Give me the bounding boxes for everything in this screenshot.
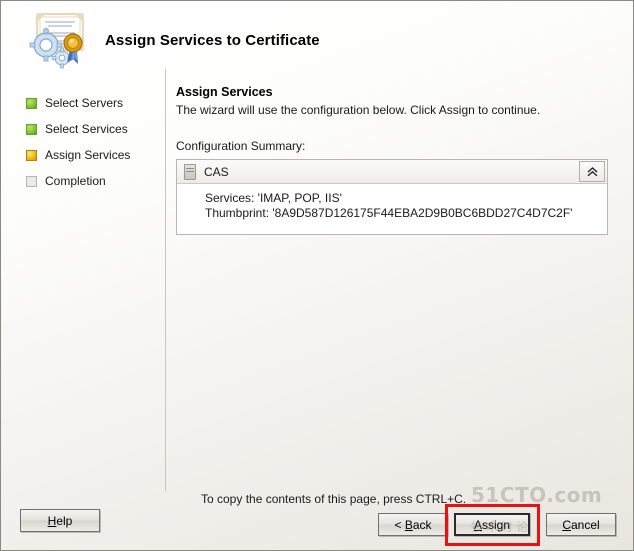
copy-hint-text: To copy the contents of this page, press…	[201, 492, 466, 506]
summary-thumbprint-line: Thumbprint: '8A9D587D126175F44EBA2D9B0BC…	[205, 206, 597, 221]
help-button-label: Help	[48, 514, 73, 528]
content-subtitle: The wizard will use the configuration be…	[176, 103, 616, 117]
watermark-main-text: 51CTO.com	[471, 485, 621, 505]
content-heading: Assign Services	[176, 85, 616, 99]
sidebar-item-label: Assign Services	[45, 148, 130, 162]
help-button[interactable]: Help	[20, 509, 100, 532]
certificate-icon	[29, 11, 91, 69]
cancel-button-label: Cancel	[562, 518, 599, 532]
cancel-button[interactable]: Cancel	[546, 513, 616, 536]
status-box-green-icon	[26, 124, 37, 135]
chevron-double-up-icon[interactable]	[579, 161, 605, 182]
sidebar-item-assign-services[interactable]: Assign Services	[1, 142, 165, 168]
configuration-summary-label: Configuration Summary:	[176, 139, 616, 153]
wizard-window: Assign Services to Certificate Select Se…	[0, 0, 634, 551]
sidebar-item-select-services[interactable]: Select Services	[1, 116, 165, 142]
status-box-empty-icon	[26, 176, 37, 187]
server-icon	[184, 164, 196, 180]
configuration-summary-box: CAS Services: 'IMAP, POP, IIS' Thumbprin…	[176, 159, 608, 235]
summary-details: Services: 'IMAP, POP, IIS' Thumbprint: '…	[177, 184, 607, 234]
wizard-steps-sidebar: Select Servers Select Services Assign Se…	[1, 79, 165, 491]
wizard-header: Assign Services to Certificate	[1, 1, 634, 79]
sidebar-item-completion[interactable]: Completion	[1, 168, 165, 194]
back-button-label: < Back	[394, 518, 431, 532]
main-content: Assign Services The wizard will use the …	[176, 85, 616, 235]
summary-services-line: Services: 'IMAP, POP, IIS'	[205, 191, 597, 206]
sidebar-divider	[165, 69, 166, 491]
assign-button[interactable]: Assign	[454, 513, 530, 536]
sidebar-item-label: Select Servers	[45, 96, 123, 110]
sidebar-item-select-servers[interactable]: Select Servers	[1, 90, 165, 116]
status-box-green-icon	[26, 98, 37, 109]
sidebar-item-label: Completion	[45, 174, 106, 188]
sidebar-item-label: Select Services	[45, 122, 128, 136]
back-button[interactable]: < Back	[378, 513, 448, 536]
server-name-label: CAS	[204, 165, 229, 179]
page-title: Assign Services to Certificate	[105, 32, 320, 49]
summary-group-header[interactable]: CAS	[177, 160, 607, 184]
status-box-amber-icon	[26, 150, 37, 161]
assign-button-label: Assign	[474, 518, 510, 532]
